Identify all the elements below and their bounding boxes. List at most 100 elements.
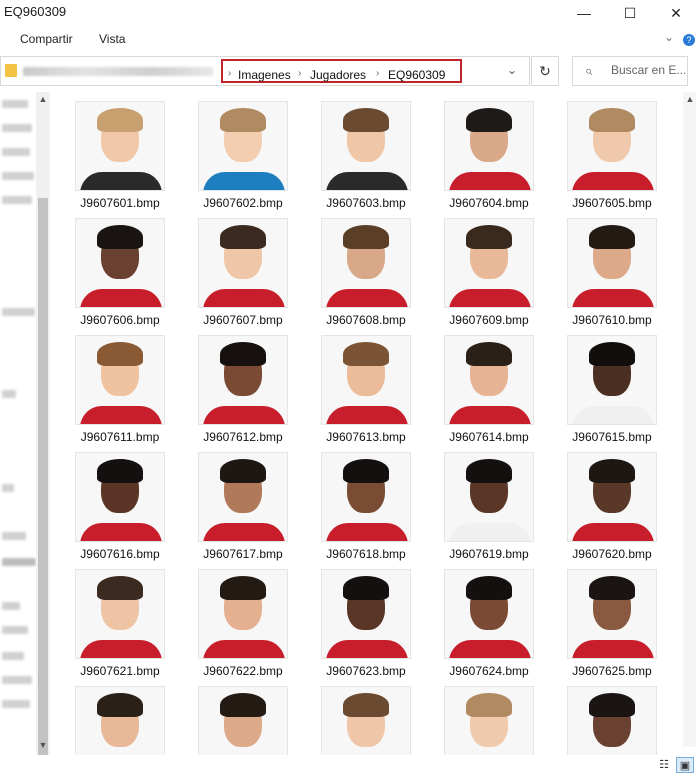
player-hair bbox=[589, 693, 635, 717]
player-hair bbox=[466, 108, 512, 132]
file-item[interactable] bbox=[562, 686, 670, 756]
tab-vista[interactable]: Vista bbox=[99, 32, 125, 46]
player-hair bbox=[220, 693, 266, 717]
navigation-pane[interactable] bbox=[0, 92, 36, 755]
player-hair bbox=[220, 225, 266, 249]
file-item[interactable]: J9607604.bmp bbox=[439, 101, 549, 218]
redacted-nav-item bbox=[2, 148, 30, 156]
breadcrumb-separator: › bbox=[376, 68, 380, 79]
player-hair bbox=[589, 576, 635, 600]
player-shirt bbox=[80, 289, 162, 307]
player-shirt bbox=[449, 406, 531, 424]
file-item[interactable]: J9607605.bmp bbox=[562, 101, 670, 218]
player-hair bbox=[220, 459, 266, 483]
maximize-button[interactable]: ☐ bbox=[608, 0, 652, 26]
file-thumbnail bbox=[321, 686, 411, 756]
address-bar[interactable]: › Imagenes › Jugadores › EQ960309 ⌄ bbox=[0, 56, 530, 86]
search-box[interactable]: ⌕ bbox=[572, 56, 688, 86]
breadcrumb-jugadores[interactable]: Jugadores bbox=[310, 68, 366, 82]
file-item[interactable] bbox=[316, 686, 426, 756]
file-thumbnail bbox=[567, 686, 657, 756]
player-shirt bbox=[203, 172, 285, 190]
chevron-down-icon[interactable]: ⌄ bbox=[664, 30, 674, 44]
file-item[interactable]: J9607607.bmp bbox=[193, 218, 303, 335]
search-icon: ⌕ bbox=[585, 63, 593, 78]
address-history-chevron-icon[interactable]: ⌄ bbox=[507, 63, 517, 77]
player-shirt bbox=[572, 640, 654, 658]
scroll-down-icon[interactable]: ▼ bbox=[36, 738, 50, 752]
player-hair bbox=[343, 693, 389, 717]
file-thumbnail bbox=[198, 452, 288, 542]
details-view-icon[interactable]: ☷ bbox=[656, 757, 672, 771]
file-item[interactable]: J9607621.bmp bbox=[70, 569, 180, 686]
file-thumbnail bbox=[321, 101, 411, 191]
breadcrumb-separator: › bbox=[228, 68, 232, 79]
help-icon[interactable]: ? bbox=[683, 34, 695, 46]
file-item[interactable]: J9607613.bmp bbox=[316, 335, 426, 452]
file-item[interactable]: J9607611.bmp bbox=[70, 335, 180, 452]
file-name: J9607605.bmp bbox=[572, 196, 652, 210]
file-item[interactable]: J9607608.bmp bbox=[316, 218, 426, 335]
file-item[interactable]: J9607615.bmp bbox=[562, 335, 670, 452]
file-item[interactable]: J9607620.bmp bbox=[562, 452, 670, 569]
player-shirt bbox=[326, 172, 408, 190]
file-list-scrollbar[interactable]: ▲ bbox=[683, 92, 696, 747]
file-item[interactable]: J9607616.bmp bbox=[70, 452, 180, 569]
file-item[interactable]: J9607606.bmp bbox=[70, 218, 180, 335]
file-item[interactable]: J9607624.bmp bbox=[439, 569, 549, 686]
file-item[interactable]: J9607617.bmp bbox=[193, 452, 303, 569]
file-thumbnail bbox=[198, 218, 288, 308]
file-name: J9607615.bmp bbox=[572, 430, 652, 444]
redacted-nav-item bbox=[2, 676, 32, 684]
close-button[interactable]: ✕ bbox=[654, 0, 696, 26]
redacted-nav-item bbox=[2, 308, 35, 316]
redacted-nav-item bbox=[2, 484, 14, 492]
file-item[interactable]: J9607614.bmp bbox=[439, 335, 549, 452]
scroll-up-icon[interactable]: ▲ bbox=[36, 92, 50, 106]
file-item[interactable]: J9607619.bmp bbox=[439, 452, 549, 569]
player-shirt bbox=[203, 406, 285, 424]
file-item[interactable] bbox=[439, 686, 549, 756]
large-icons-view-icon[interactable]: ▣ bbox=[676, 757, 694, 773]
breadcrumb-imagenes[interactable]: Imagenes bbox=[238, 68, 291, 82]
search-input[interactable] bbox=[611, 63, 687, 77]
player-shirt bbox=[572, 406, 654, 424]
file-item[interactable] bbox=[70, 686, 180, 756]
minimize-button[interactable]: — bbox=[562, 0, 606, 26]
file-thumbnail bbox=[75, 335, 165, 425]
refresh-icon: ↻ bbox=[539, 62, 551, 79]
file-item[interactable]: J9607602.bmp bbox=[193, 101, 303, 218]
player-hair bbox=[466, 576, 512, 600]
file-thumbnail bbox=[444, 569, 534, 659]
file-name: J9607619.bmp bbox=[449, 547, 529, 561]
file-item[interactable]: J9607622.bmp bbox=[193, 569, 303, 686]
file-item[interactable]: J9607625.bmp bbox=[562, 569, 670, 686]
player-shirt bbox=[449, 640, 531, 658]
file-item[interactable] bbox=[193, 686, 303, 756]
redacted-nav-item bbox=[2, 558, 36, 566]
file-thumbnail bbox=[444, 218, 534, 308]
redacted-nav-item bbox=[2, 100, 28, 108]
player-hair bbox=[589, 459, 635, 483]
redacted-nav-item bbox=[2, 532, 26, 540]
file-item[interactable]: J9607612.bmp bbox=[193, 335, 303, 452]
player-hair bbox=[97, 108, 143, 132]
folder-icon bbox=[5, 64, 17, 77]
file-thumbnail bbox=[567, 101, 657, 191]
file-item[interactable]: J9607618.bmp bbox=[316, 452, 426, 569]
file-item[interactable]: J9607603.bmp bbox=[316, 101, 426, 218]
breadcrumb-eq960309[interactable]: EQ960309 bbox=[388, 68, 445, 82]
redacted-nav-item bbox=[2, 602, 20, 610]
navigation-pane-scrollbar[interactable]: ▲ ▼ bbox=[36, 92, 50, 758]
file-item[interactable]: J9607601.bmp bbox=[70, 101, 180, 218]
file-name: J9607623.bmp bbox=[326, 664, 406, 678]
refresh-button[interactable]: ↻ bbox=[531, 56, 559, 86]
player-hair bbox=[343, 108, 389, 132]
file-item[interactable]: J9607609.bmp bbox=[439, 218, 549, 335]
scroll-up-icon[interactable]: ▲ bbox=[683, 92, 696, 106]
file-item[interactable]: J9607610.bmp bbox=[562, 218, 670, 335]
player-shirt bbox=[326, 640, 408, 658]
tab-compartir[interactable]: Compartir bbox=[20, 32, 73, 46]
scrollbar-thumb[interactable] bbox=[38, 198, 48, 758]
file-item[interactable]: J9607623.bmp bbox=[316, 569, 426, 686]
